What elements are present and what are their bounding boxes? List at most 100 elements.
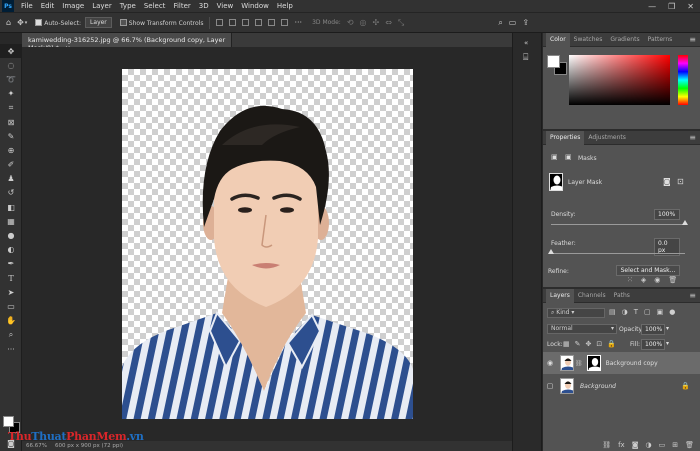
layer-row-background-copy[interactable]: ◉ ⛓ Background copy <box>543 352 700 374</box>
menu-type[interactable]: Type <box>116 2 140 10</box>
delete-layer-icon[interactable]: 🗑 <box>685 441 694 449</box>
blur-tool-icon[interactable]: ● <box>0 228 22 242</box>
layer-name[interactable]: Background copy <box>606 360 658 367</box>
lasso-tool-icon[interactable]: ➰ <box>0 72 22 86</box>
apply-mask-icon[interactable]: ◈ <box>641 276 646 284</box>
gradient-tool-icon[interactable]: ▦ <box>0 214 22 228</box>
3d-orbit-icon[interactable]: ⟲ <box>347 18 354 27</box>
menu-view[interactable]: View <box>213 2 238 10</box>
menu-filter[interactable]: Filter <box>169 2 194 10</box>
3d-pan-icon[interactable]: ✣ <box>373 18 380 27</box>
close-button[interactable]: ✕ <box>687 2 694 11</box>
lock-all-icon[interactable]: 🔒 <box>607 340 616 348</box>
dodge-tool-icon[interactable]: ◐ <box>0 243 22 257</box>
3d-slide-icon[interactable]: ⇔ <box>385 18 392 27</box>
visibility-eye-icon[interactable]: ◉ <box>543 359 557 367</box>
lock-paint-icon[interactable]: ✎ <box>575 340 581 348</box>
align-bottom-icon[interactable] <box>281 19 289 26</box>
zoom-readout[interactable]: 66.67% <box>26 443 47 449</box>
density-slider[interactable] <box>551 224 685 225</box>
panel-menu-icon[interactable]: ≡ <box>689 291 696 300</box>
foreground-color-swatch[interactable] <box>547 55 560 68</box>
tab-properties[interactable]: Properties <box>546 130 585 145</box>
mask-link-icon[interactable]: ⛓ <box>575 360 583 367</box>
panel-menu-icon[interactable]: ≡ <box>689 133 696 142</box>
align-top-icon[interactable] <box>255 19 263 26</box>
workspace-icon[interactable]: ▭ <box>509 18 517 27</box>
3d-roll-icon[interactable]: ◎ <box>360 18 367 27</box>
filter-toggle-icon[interactable]: ● <box>669 308 675 316</box>
color-picker-field[interactable] <box>569 55 670 105</box>
menu-layer[interactable]: Layer <box>88 2 116 10</box>
feather-slider[interactable] <box>551 253 685 254</box>
3d-scale-icon[interactable]: ⤡ <box>398 18 404 28</box>
zoom-tool-icon[interactable]: ⌕ <box>0 328 22 342</box>
eyedropper-tool-icon[interactable]: ✎ <box>0 129 22 143</box>
magic-wand-tool-icon[interactable]: ✦ <box>0 87 22 101</box>
filter-pixel-icon[interactable]: ▤ <box>609 308 616 316</box>
auto-select-option[interactable]: Auto-Select: <box>35 19 81 27</box>
eraser-tool-icon[interactable]: ◧ <box>0 200 22 214</box>
panel-menu-icon[interactable]: ≡ <box>689 35 696 44</box>
crop-tool-icon[interactable]: ⌗ <box>0 101 22 115</box>
menu-edit[interactable]: Edit <box>37 2 59 10</box>
filter-shape-icon[interactable]: ▢ <box>644 308 651 316</box>
filter-smart-icon[interactable]: ▣ <box>657 308 664 316</box>
lock-pixels-icon[interactable]: ▦ <box>563 340 570 348</box>
history-panel-icon[interactable]: ⌸ <box>523 53 541 63</box>
history-brush-tool-icon[interactable]: ↺ <box>0 186 22 200</box>
document-tab[interactable]: kamiwedding-316252.jpg @ 66.7% (Backgrou… <box>22 33 232 52</box>
maximize-button[interactable]: ❐ <box>668 2 675 11</box>
density-value[interactable]: 100% <box>654 209 680 220</box>
minimize-button[interactable]: — <box>648 2 656 11</box>
visibility-icon[interactable]: ◉ <box>654 276 660 284</box>
brush-tool-icon[interactable]: ✐ <box>0 158 22 172</box>
menu-image[interactable]: Image <box>58 2 88 10</box>
load-selection-icon[interactable]: ⁙ <box>627 276 633 284</box>
tab-gradients[interactable]: Gradients <box>606 33 643 47</box>
edit-toolbar-icon[interactable]: ··· <box>0 342 22 356</box>
new-group-icon[interactable]: ▭ <box>659 441 666 449</box>
menu-file[interactable]: File <box>17 2 37 10</box>
home-icon[interactable]: ⌂ <box>6 18 11 27</box>
filter-type-icon[interactable]: T <box>634 308 638 316</box>
document-canvas[interactable] <box>122 69 413 419</box>
search-icon[interactable]: ⌕ <box>498 18 502 28</box>
layer-name[interactable]: Background <box>580 383 616 390</box>
opacity-value[interactable]: 100% <box>641 324 665 335</box>
select-and-mask-button[interactable]: Select and Mask... <box>616 265 680 276</box>
healing-brush-tool-icon[interactable]: ⊕ <box>0 143 22 157</box>
add-mask-icon[interactable]: ◙ <box>632 441 639 449</box>
menu-window[interactable]: Window <box>237 2 273 10</box>
share-icon[interactable]: ⇪ <box>522 18 529 27</box>
tab-adjustments[interactable]: Adjustments <box>584 131 630 145</box>
add-vector-mask-icon[interactable]: ⊡ <box>677 177 684 186</box>
show-transform-option[interactable]: Show Transform Controls <box>119 19 203 27</box>
feather-slider-handle[interactable] <box>548 249 554 254</box>
tab-color[interactable]: Color <box>546 32 570 47</box>
layer-filter-select[interactable]: ⌕ Kind ▾ <box>547 308 605 318</box>
tab-patterns[interactable]: Patterns <box>644 33 677 47</box>
align-middle-icon[interactable] <box>268 19 276 26</box>
density-slider-handle[interactable] <box>682 220 688 225</box>
blend-mode-select[interactable]: Normal ▾ <box>547 324 617 334</box>
fill-chevron-icon[interactable]: ▾ <box>666 340 669 347</box>
new-adjustment-icon[interactable]: ◑ <box>646 441 652 449</box>
show-transform-checkbox[interactable] <box>119 19 127 26</box>
collapse-panels-icon[interactable]: « <box>524 39 541 47</box>
filter-adjustment-icon[interactable]: ◑ <box>622 308 628 316</box>
tab-layers[interactable]: Layers <box>546 288 574 303</box>
path-selection-tool-icon[interactable]: ➤ <box>0 285 22 299</box>
link-layers-icon[interactable]: ⛓ <box>602 441 611 449</box>
tool-preset-chevron-icon[interactable]: ▾ <box>25 20 28 26</box>
layer-row-background[interactable]: ▢ Background 🔒 <box>543 375 700 397</box>
align-center-icon[interactable] <box>229 19 237 26</box>
tab-swatches[interactable]: Swatches <box>570 33 607 47</box>
clone-stamp-tool-icon[interactable]: ♟ <box>0 172 22 186</box>
tab-paths[interactable]: Paths <box>610 289 634 303</box>
new-layer-icon[interactable]: ⊞ <box>672 441 678 449</box>
move-tool-icon[interactable]: ✥ <box>0 44 22 59</box>
type-tool-icon[interactable]: T <box>0 271 22 285</box>
canvas-area[interactable] <box>22 47 512 441</box>
align-left-icon[interactable] <box>216 19 224 26</box>
